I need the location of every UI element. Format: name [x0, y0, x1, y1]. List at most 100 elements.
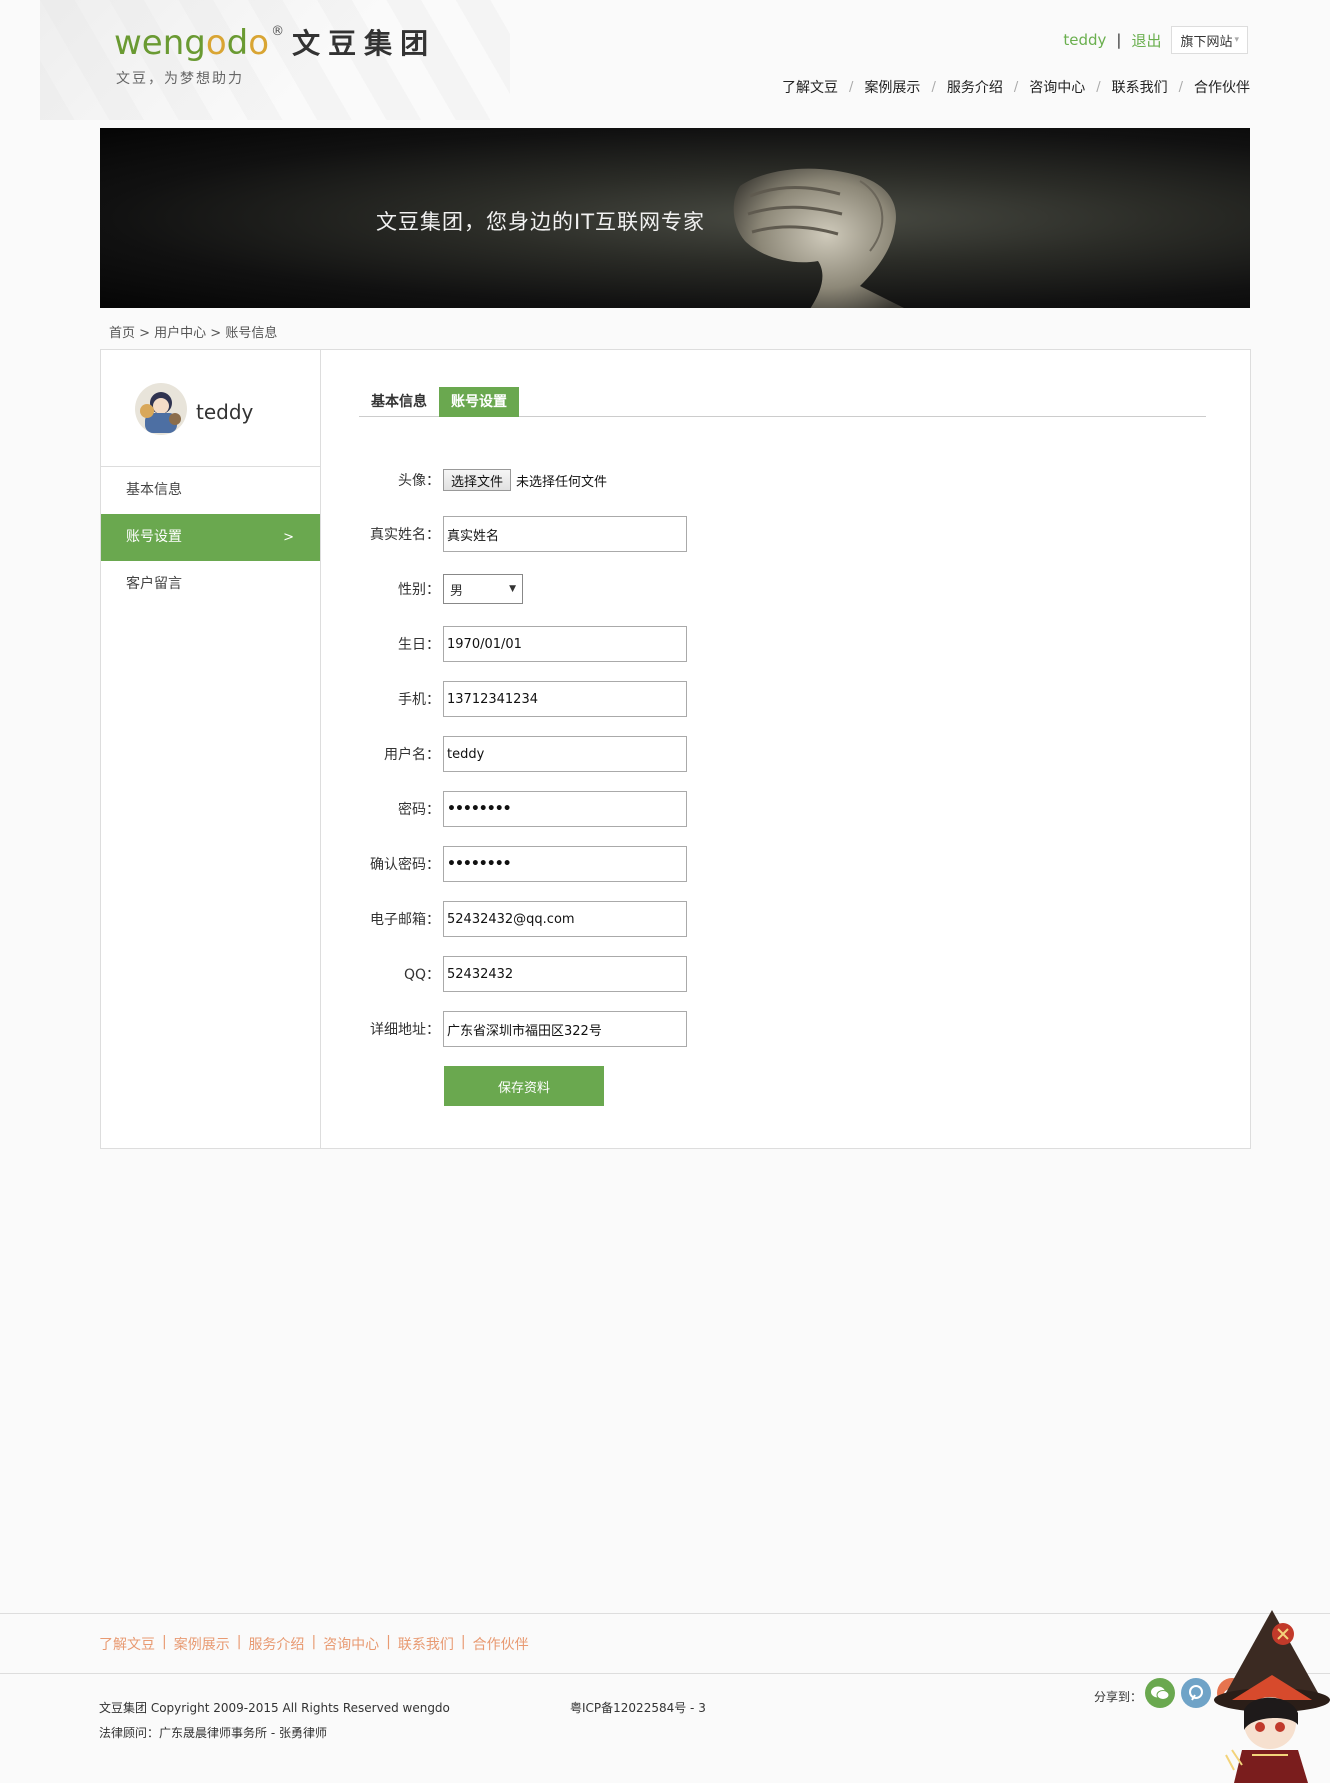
- icp-text[interactable]: 粤ICP备12022584号 - 3: [570, 1699, 706, 1716]
- slogan: 文豆，为梦想助力: [116, 71, 244, 87]
- form-row-phone: 手机： 13712341234: [322, 681, 822, 717]
- choose-file-button[interactable]: 选择文件: [443, 469, 512, 491]
- footer-links: 了解文豆 | 案例展示 | 服务介绍 | 咨询中心 | 联系我们 | 合作伙伴: [99, 1634, 529, 1654]
- nav-separator: /: [1178, 79, 1183, 95]
- form-row-confirm-password: 确认密码： ••••••••: [322, 846, 822, 882]
- clasped-hands-image: [733, 168, 904, 308]
- email-input[interactable]: 52432432@qq.com: [443, 901, 687, 937]
- nav-separator: /: [931, 79, 936, 95]
- mascot-witch-character: [1214, 1610, 1330, 1783]
- footer-link-separator: |: [162, 1634, 167, 1650]
- user-center-panel: teddy 基本信息 账号设置 > 客户留言 基本信息 账号设置 头像： 选择文…: [100, 349, 1251, 1149]
- footer-divider-top: [0, 1613, 1330, 1614]
- address-input[interactable]: 广东省深圳市福田区322号: [443, 1011, 687, 1047]
- realname-input[interactable]: 真实姓名: [443, 516, 687, 552]
- phone-input[interactable]: 13712341234: [443, 681, 687, 717]
- phone-label: 手机：: [398, 692, 440, 708]
- qzone-icon[interactable]: [1181, 1678, 1211, 1708]
- nav-separator: /: [1013, 79, 1019, 95]
- site-header: wengodo ® 文豆集团 文豆，为梦想助力 teddy | 退出 旗下网站 …: [0, 0, 1330, 127]
- sidebar-item-label: 基本信息: [126, 482, 182, 498]
- account-settings-content: 基本信息 账号设置 头像： 选择文件 未选择任何文件 真实姓名： 真实姓名 性别…: [322, 350, 1250, 1148]
- user-name-link[interactable]: teddy: [1063, 31, 1106, 49]
- form-row-realname: 真实姓名： 真实姓名: [322, 516, 822, 552]
- gender-label: 性别：: [398, 582, 440, 598]
- footer-link-services[interactable]: 服务介绍: [248, 1634, 304, 1654]
- footer-link-partners[interactable]: 合作伙伴: [473, 1634, 529, 1654]
- file-status: 未选择任何文件: [516, 474, 608, 490]
- footer-link-cases[interactable]: 案例展示: [174, 1634, 230, 1654]
- form-row-avatar: 头像： 选择文件 未选择任何文件: [322, 462, 822, 498]
- nav-item-cases[interactable]: 案例展示: [864, 77, 920, 97]
- footer-link-contact[interactable]: 联系我们: [398, 1634, 454, 1654]
- avatar-label: 头像：: [398, 473, 440, 489]
- tab-account-settings[interactable]: 账号设置: [439, 387, 519, 417]
- gender-select[interactable]: 男 ▼: [443, 574, 523, 604]
- logo-english: wengodo: [114, 23, 270, 63]
- password-label: 密码：: [398, 802, 440, 818]
- sidebar: teddy 基本信息 账号设置 > 客户留言: [101, 350, 321, 1148]
- birthday-input[interactable]: 1970/01/01: [443, 626, 687, 662]
- tab-bar: 基本信息 账号设置: [359, 387, 1206, 417]
- form-row-address: 详细地址： 广东省深圳市福田区322号: [322, 1011, 822, 1047]
- address-label: 详细地址：: [370, 1022, 440, 1038]
- form-row-password: 密码： ••••••••: [322, 791, 822, 827]
- confirm-password-input[interactable]: ••••••••: [443, 846, 687, 882]
- banner-text: 文豆集团，您身边的IT互联网专家: [376, 210, 706, 234]
- footer-divider-bottom: [0, 1673, 1330, 1674]
- form-row-gender: 性别： 男 ▼: [322, 571, 822, 607]
- sidebar-item-account-settings[interactable]: 账号设置 >: [101, 514, 320, 561]
- footer-link-separator: |: [460, 1634, 466, 1650]
- profile-card: teddy: [101, 350, 320, 467]
- footer-link-consult[interactable]: 咨询中心: [323, 1634, 379, 1654]
- logout-link[interactable]: 退出: [1131, 30, 1161, 51]
- password-input[interactable]: ••••••••: [443, 791, 687, 827]
- avatar[interactable]: [135, 383, 187, 435]
- nav-separator: /: [1096, 79, 1101, 95]
- username-label: 用户名：: [384, 747, 440, 763]
- footer-link-separator: |: [311, 1634, 317, 1650]
- nav-item-partners[interactable]: 合作伙伴: [1194, 77, 1250, 97]
- form-row-birthday: 生日： 1970/01/01: [322, 626, 822, 662]
- email-label: 电子邮箱：: [370, 912, 440, 928]
- sidebar-item-label: 客户留言: [126, 576, 182, 592]
- share-label: 分享到：: [1094, 1690, 1143, 1704]
- tab-basic-info[interactable]: 基本信息: [359, 387, 439, 417]
- form-row-email: 电子邮箱： 52432432@qq.com: [322, 901, 822, 937]
- sister-sites-dropdown[interactable]: 旗下网站 ▾: [1171, 26, 1248, 54]
- footer-link-separator: |: [236, 1634, 242, 1650]
- triangle-down-icon: ▼: [509, 584, 516, 594]
- legal-advisor-text: 法律顾问：广东晟晨律师事务所 - 张勇律师: [99, 1726, 327, 1740]
- nav-separator: /: [849, 79, 854, 95]
- hero-banner: 文豆集团，您身边的IT互联网专家: [100, 128, 1250, 308]
- footer-link-about[interactable]: 了解文豆: [99, 1634, 155, 1654]
- wechat-icon[interactable]: [1145, 1678, 1175, 1708]
- form-row-username: 用户名： teddy: [322, 736, 822, 772]
- chevron-right-icon: >: [283, 530, 294, 545]
- nav-item-services[interactable]: 服务介绍: [947, 77, 1003, 97]
- qq-input[interactable]: 52432432: [443, 956, 687, 992]
- logo-chinese: 文豆集团: [292, 27, 437, 60]
- nav-item-consult[interactable]: 咨询中心: [1029, 77, 1085, 97]
- breadcrumb[interactable]: 首页 > 用户中心 > 账号信息: [109, 322, 277, 341]
- sidebar-item-messages[interactable]: 客户留言: [101, 561, 320, 608]
- save-profile-button[interactable]: 保存资料: [444, 1066, 604, 1106]
- nav-item-contact[interactable]: 联系我们: [1112, 77, 1168, 97]
- confirm-password-label: 确认密码：: [370, 857, 440, 873]
- nav-item-about[interactable]: 了解文豆: [782, 77, 838, 97]
- sidebar-item-basic-info[interactable]: 基本信息: [101, 467, 320, 514]
- realname-label: 真实姓名：: [370, 527, 440, 543]
- copyright-text: 文豆集团 Copyright 2009-2015 All Rights Rese…: [99, 1701, 450, 1715]
- logo-registered-mark: ®: [271, 24, 285, 39]
- site-logo[interactable]: wengodo ® 文豆集团: [114, 20, 436, 68]
- birthday-label: 生日：: [398, 637, 440, 653]
- form-row-qq: QQ： 52432432: [322, 956, 822, 992]
- chevron-down-icon: ▾: [1234, 35, 1239, 45]
- username-input[interactable]: teddy: [443, 736, 687, 772]
- footer-link-separator: |: [386, 1634, 391, 1650]
- user-bar: teddy | 退出 旗下网站 ▾: [1063, 26, 1248, 54]
- main-nav: 了解文豆 / 案例展示 / 服务介绍 / 咨询中心 / 联系我们 / 合作伙伴: [782, 77, 1250, 97]
- qq-label: QQ：: [403, 967, 440, 983]
- profile-user-name: teddy: [196, 400, 254, 424]
- gender-selected-value: 男: [450, 583, 464, 599]
